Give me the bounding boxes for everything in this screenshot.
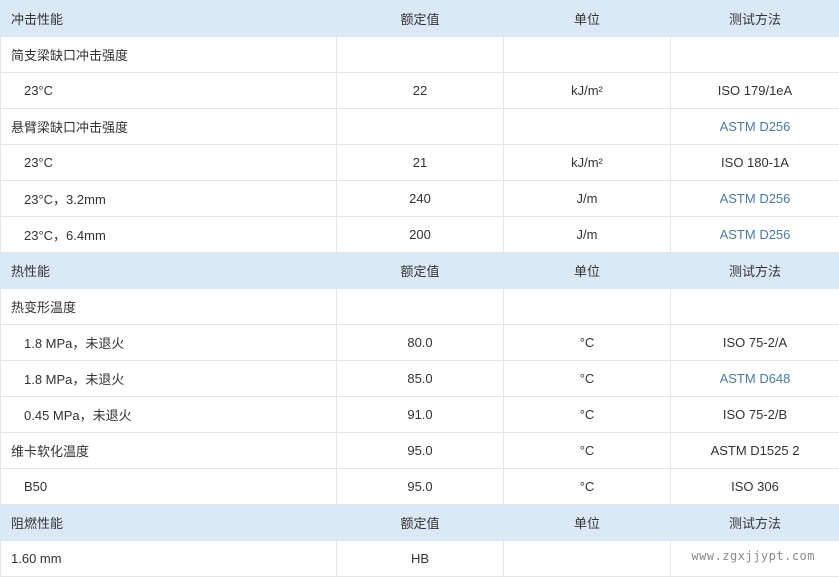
property-condition: 23°C，3.2mm [1,181,337,217]
watermark-text: www.zgxjjypt.com [691,549,815,563]
column-header-test-method: 测试方法 [671,253,839,289]
rated-value [337,109,504,145]
test-method-link[interactable]: ASTM D256 [671,217,839,253]
property-name: 维卡软化温度 [1,433,337,469]
column-header-rated-value: 额定值 [337,505,504,541]
rated-value: 95.0 [337,433,504,469]
table-row: B50 95.0 °C ISO 306 [1,469,839,505]
rated-value: 200 [337,217,504,253]
column-header-unit: 单位 [504,1,671,37]
table-row: 1.8 MPa，未退火 80.0 °C ISO 75-2/A [1,325,839,361]
header-row-flame: 阻燃性能 额定值 单位 测试方法 [1,505,839,541]
section-title: 热性能 [1,253,337,289]
property-condition: 1.8 MPa，未退火 [1,361,337,397]
test-method-link[interactable]: ASTM D256 [671,181,839,217]
table-row: 简支梁缺口冲击强度 [1,37,839,73]
unit [504,37,671,73]
property-condition: 0.45 MPa，未退火 [1,397,337,433]
header-row-impact: 冲击性能 额定值 单位 测试方法 [1,1,839,37]
table-row: 23°C 21 kJ/m² ISO 180-1A [1,145,839,181]
rated-value [337,289,504,325]
rated-value: HB [337,541,504,577]
test-method: ASTM D1525 2 [671,433,839,469]
test-method [671,37,839,73]
rated-value: 85.0 [337,361,504,397]
rated-value [337,37,504,73]
table-row: 1.8 MPa，未退火 85.0 °C ASTM D648 [1,361,839,397]
table-row: 维卡软化温度 95.0 °C ASTM D1525 2 [1,433,839,469]
rated-value: 91.0 [337,397,504,433]
table-row: 23°C，3.2mm 240 J/m ASTM D256 [1,181,839,217]
column-header-test-method: 测试方法 [671,1,839,37]
test-method: ISO 179/1eA [671,73,839,109]
rated-value: 240 [337,181,504,217]
test-method: ISO 180-1A [671,145,839,181]
rated-value: 22 [337,73,504,109]
unit [504,109,671,145]
property-condition: B50 [1,469,337,505]
table-row: 23°C 22 kJ/m² ISO 179/1eA [1,73,839,109]
unit: °C [504,469,671,505]
rated-value: 21 [337,145,504,181]
test-method: ISO 75-2/A [671,325,839,361]
property-condition: 23°C [1,145,337,181]
property-name: 1.60 mm [1,541,337,577]
unit: °C [504,433,671,469]
unit [504,541,671,577]
column-header-test-method: 测试方法 [671,505,839,541]
unit: °C [504,361,671,397]
table-row: 23°C，6.4mm 200 J/m ASTM D256 [1,217,839,253]
unit: °C [504,325,671,361]
unit: J/m [504,217,671,253]
column-header-rated-value: 额定值 [337,253,504,289]
property-condition: 1.8 MPa，未退火 [1,325,337,361]
unit: kJ/m² [504,145,671,181]
property-condition: 23°C，6.4mm [1,217,337,253]
rated-value: 80.0 [337,325,504,361]
table-row: 0.45 MPa，未退火 91.0 °C ISO 75-2/B [1,397,839,433]
test-method [671,289,839,325]
table-row: 悬臂梁缺口冲击强度 ASTM D256 [1,109,839,145]
unit: kJ/m² [504,73,671,109]
section-title: 冲击性能 [1,1,337,37]
test-method-link[interactable]: ASTM D256 [671,109,839,145]
property-condition: 23°C [1,73,337,109]
header-row-thermal: 热性能 额定值 单位 测试方法 [1,253,839,289]
properties-table-body: 冲击性能 额定值 单位 测试方法 简支梁缺口冲击强度 23°C 22 kJ/m²… [1,1,839,577]
column-header-unit: 单位 [504,253,671,289]
column-header-unit: 单位 [504,505,671,541]
property-name: 简支梁缺口冲击强度 [1,37,337,73]
property-name: 热变形温度 [1,289,337,325]
column-header-rated-value: 额定值 [337,1,504,37]
test-method: ISO 306 [671,469,839,505]
section-title: 阻燃性能 [1,505,337,541]
unit: J/m [504,181,671,217]
rated-value: 95.0 [337,469,504,505]
test-method-link[interactable]: ASTM D648 [671,361,839,397]
test-method: ISO 75-2/B [671,397,839,433]
unit: °C [504,397,671,433]
unit [504,289,671,325]
table-row: 热变形温度 [1,289,839,325]
properties-table: 冲击性能 额定值 单位 测试方法 简支梁缺口冲击强度 23°C 22 kJ/m²… [0,0,839,577]
property-name: 悬臂梁缺口冲击强度 [1,109,337,145]
